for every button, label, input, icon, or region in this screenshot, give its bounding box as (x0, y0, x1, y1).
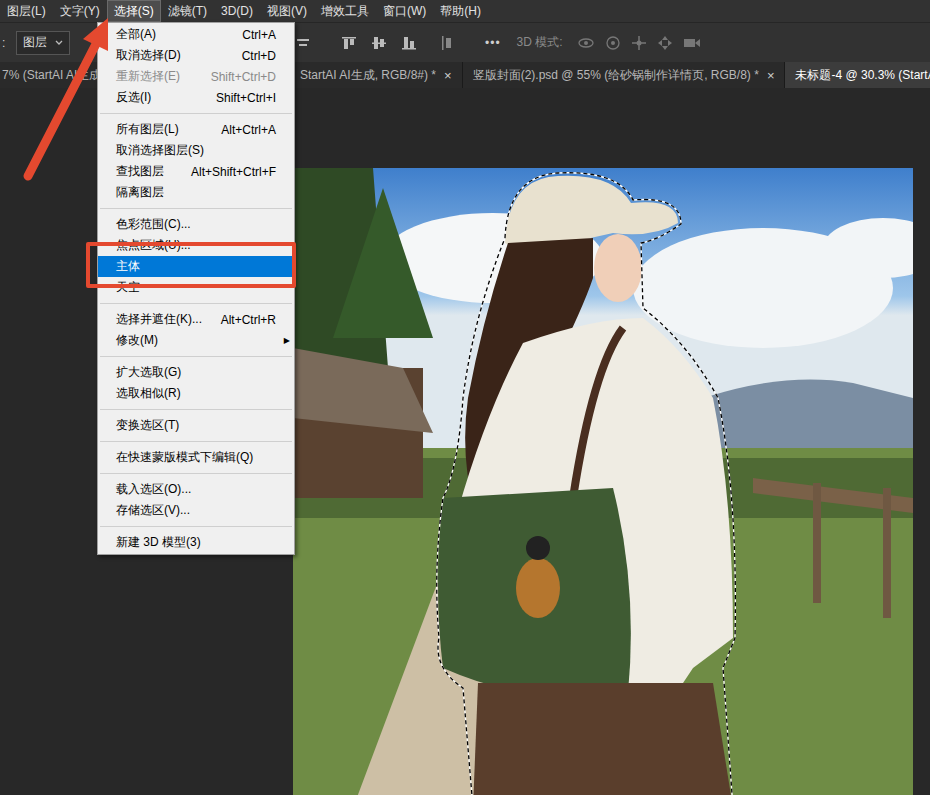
menu-separator (100, 303, 292, 304)
menu-bar-item[interactable]: 滤镜(T) (161, 0, 214, 22)
layer-dropdown[interactable]: 图层 (16, 31, 70, 55)
document-tab[interactable]: 未标题-4 @ 30.3% (StartAI AI (785, 62, 930, 88)
menu-separator (100, 526, 292, 527)
menu-item[interactable]: 新建 3D 模型(3) (98, 532, 294, 553)
pan-icon[interactable] (631, 35, 647, 51)
align-top-icon[interactable] (341, 35, 357, 51)
menu-bar-item[interactable]: 视图(V) (260, 0, 314, 22)
menu-item[interactable]: 扩大选取(G) (98, 362, 294, 383)
3d-mode-label: 3D 模式: (517, 34, 563, 51)
select-menu: 全部(A)Ctrl+A取消选择(D)Ctrl+D重新选择(E)Shift+Ctr… (97, 22, 295, 555)
menu-item[interactable]: 在快速蒙版模式下编辑(Q) (98, 447, 294, 468)
more-button[interactable]: ••• (485, 36, 501, 50)
menu-item: 重新选择(E)Shift+Ctrl+D (98, 66, 294, 87)
arrow-annotation-icon (0, 0, 930, 795)
menu-separator (100, 208, 292, 209)
menu-item[interactable]: 所有图层(L)Alt+Ctrl+A (98, 119, 294, 140)
menu-item[interactable]: 主体 (98, 256, 294, 277)
menu-item[interactable]: 隔离图层 (98, 182, 294, 203)
menu-item[interactable]: 变换选区(T) (98, 415, 294, 436)
menu-separator (100, 441, 292, 442)
close-tab-button[interactable]: × (767, 68, 775, 83)
menu-separator (100, 113, 292, 114)
menu-bar-item[interactable]: 窗口(W) (376, 0, 433, 22)
document-tab[interactable]: 竖版封面(2).psd @ 55% (给砂锅制作详情页, RGB/8) *× (463, 62, 786, 88)
align-bottom-icon[interactable] (401, 35, 417, 51)
menu-bar-item[interactable]: 帮助(H) (433, 0, 488, 22)
photo-image (293, 168, 913, 795)
menu-item[interactable]: 选取相似(R) (98, 383, 294, 404)
menu-item[interactable]: 查找图层Alt+Shift+Ctrl+F (98, 161, 294, 182)
menu-separator (100, 356, 292, 357)
camera-icon[interactable] (683, 35, 701, 51)
menu-bar-item[interactable]: 3D(D) (214, 0, 260, 22)
distribute-icon[interactable] (439, 35, 455, 51)
menu-bar-item[interactable]: 图层(L) (0, 0, 53, 22)
selection-outline (437, 173, 736, 795)
menu-item[interactable]: 存储选区(V)... (98, 500, 294, 521)
slide-icon[interactable] (657, 35, 673, 51)
menu-item[interactable]: 载入选区(O)... (98, 479, 294, 500)
menu-bar-item[interactable]: 选择(S) (107, 0, 161, 22)
document-tab[interactable]: StartAI AI生成, RGB/8#) *× (290, 62, 463, 88)
menu-bar-item[interactable]: 增效工具 (314, 0, 376, 22)
options-prefix: : (2, 36, 16, 50)
align-center-icon[interactable] (295, 35, 311, 51)
roll-icon[interactable] (605, 35, 621, 51)
menu-bar-item[interactable]: 文字(Y) (53, 0, 107, 22)
menu-item[interactable]: 选择并遮住(K)...Alt+Ctrl+R (98, 309, 294, 330)
menu-item[interactable]: 取消选择(D)Ctrl+D (98, 45, 294, 66)
menu-item[interactable]: 焦点区域(U)... (98, 235, 294, 256)
menu-item[interactable]: 取消选择图层(S) (98, 140, 294, 161)
photo[interactable] (293, 168, 913, 795)
menu-item[interactable]: 天空 (98, 277, 294, 298)
chevron-down-icon (55, 40, 63, 46)
menu-item[interactable]: 色彩范围(C)... (98, 214, 294, 235)
menu-item[interactable]: 修改(M)▶ (98, 330, 294, 351)
close-tab-button[interactable]: × (444, 68, 452, 83)
menu-item[interactable]: 反选(I)Shift+Ctrl+I (98, 87, 294, 108)
photoshop-window: 图层(L)文字(Y)选择(S)滤镜(T)3D(D)视图(V)增效工具窗口(W)帮… (0, 0, 930, 795)
align-middle-icon[interactable] (371, 35, 387, 51)
menu-separator (100, 473, 292, 474)
orbit-icon[interactable] (577, 35, 595, 51)
highlight-annotation (86, 242, 296, 288)
menu-separator (100, 409, 292, 410)
menu-item[interactable]: 全部(A)Ctrl+A (98, 24, 294, 45)
menu-bar: 图层(L)文字(Y)选择(S)滤镜(T)3D(D)视图(V)增效工具窗口(W)帮… (0, 0, 930, 22)
